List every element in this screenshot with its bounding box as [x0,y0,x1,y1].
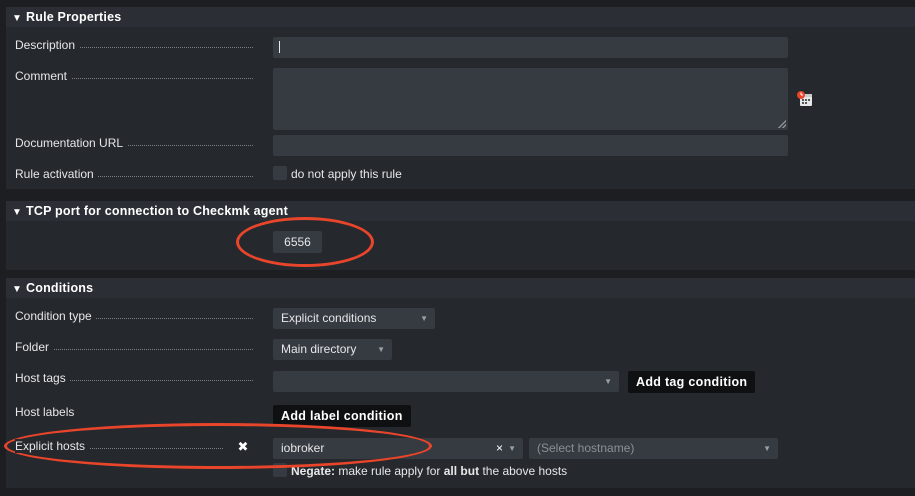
section-title: Rule Properties [26,10,122,24]
section-header-rule-properties[interactable]: ▼ Rule Properties [6,7,915,27]
disable-rule-checkbox-label[interactable]: do not apply this rule [291,166,402,182]
hostname-placeholder: (Select hostname) [537,441,635,455]
folder-label: Folder [15,339,253,355]
section-title: TCP port for connection to Checkmk agent [26,204,288,218]
comment-label: Comment [15,68,253,84]
documentation-url-input[interactable] [273,135,788,156]
host-labels-label: Host labels [15,404,253,420]
folder-value: Main directory [281,342,357,356]
negate-bold-2: all but [443,464,480,478]
insert-timestamp-icon[interactable] [796,90,814,108]
dropdown-caret-icon: ▼ [604,377,612,386]
rule-activation-label: Rule activation [15,166,253,182]
collapse-triangle-icon: ▼ [11,284,23,295]
documentation-url-label: Documentation URL [15,135,253,151]
section-header-tcp-port[interactable]: ▼ TCP port for connection to Checkmk agen… [6,201,915,221]
folder-select[interactable]: Main directory ▼ [273,339,392,360]
negate-text-1: make rule apply for [338,464,441,478]
resize-handle-icon[interactable] [778,120,786,128]
section-header-conditions[interactable]: ▼ Conditions [6,278,915,298]
comment-textarea[interactable] [273,68,788,130]
hostname-select[interactable]: (Select hostname) ▼ [529,438,778,459]
tcp-port-panel [6,221,915,270]
dropdown-caret-icon: ▼ [763,444,771,453]
section-title: Conditions [26,281,94,295]
host-tags-label: Host tags [15,370,253,386]
text-cursor [279,41,280,53]
dropdown-caret-icon: ▼ [508,444,516,453]
condition-type-value: Explicit conditions [281,311,377,325]
disable-rule-checkbox[interactable] [273,166,287,180]
collapse-triangle-icon: ▼ [11,13,23,24]
negate-text-2: the above hosts [482,464,568,478]
condition-type-label: Condition type [15,308,253,324]
add-tag-condition-button[interactable]: Add tag condition [628,371,756,393]
condition-type-select[interactable]: Explicit conditions ▼ [273,308,435,329]
description-label: Description [15,37,253,53]
collapse-triangle-icon: ▼ [11,207,23,218]
description-input[interactable] [273,37,788,58]
dropdown-caret-icon: ▼ [420,314,428,323]
dropdown-caret-icon: ▼ [377,345,385,354]
host-tags-select[interactable]: ▼ [273,371,619,392]
clear-x-icon[interactable]: × [496,438,503,459]
annotation-circle [236,217,374,267]
